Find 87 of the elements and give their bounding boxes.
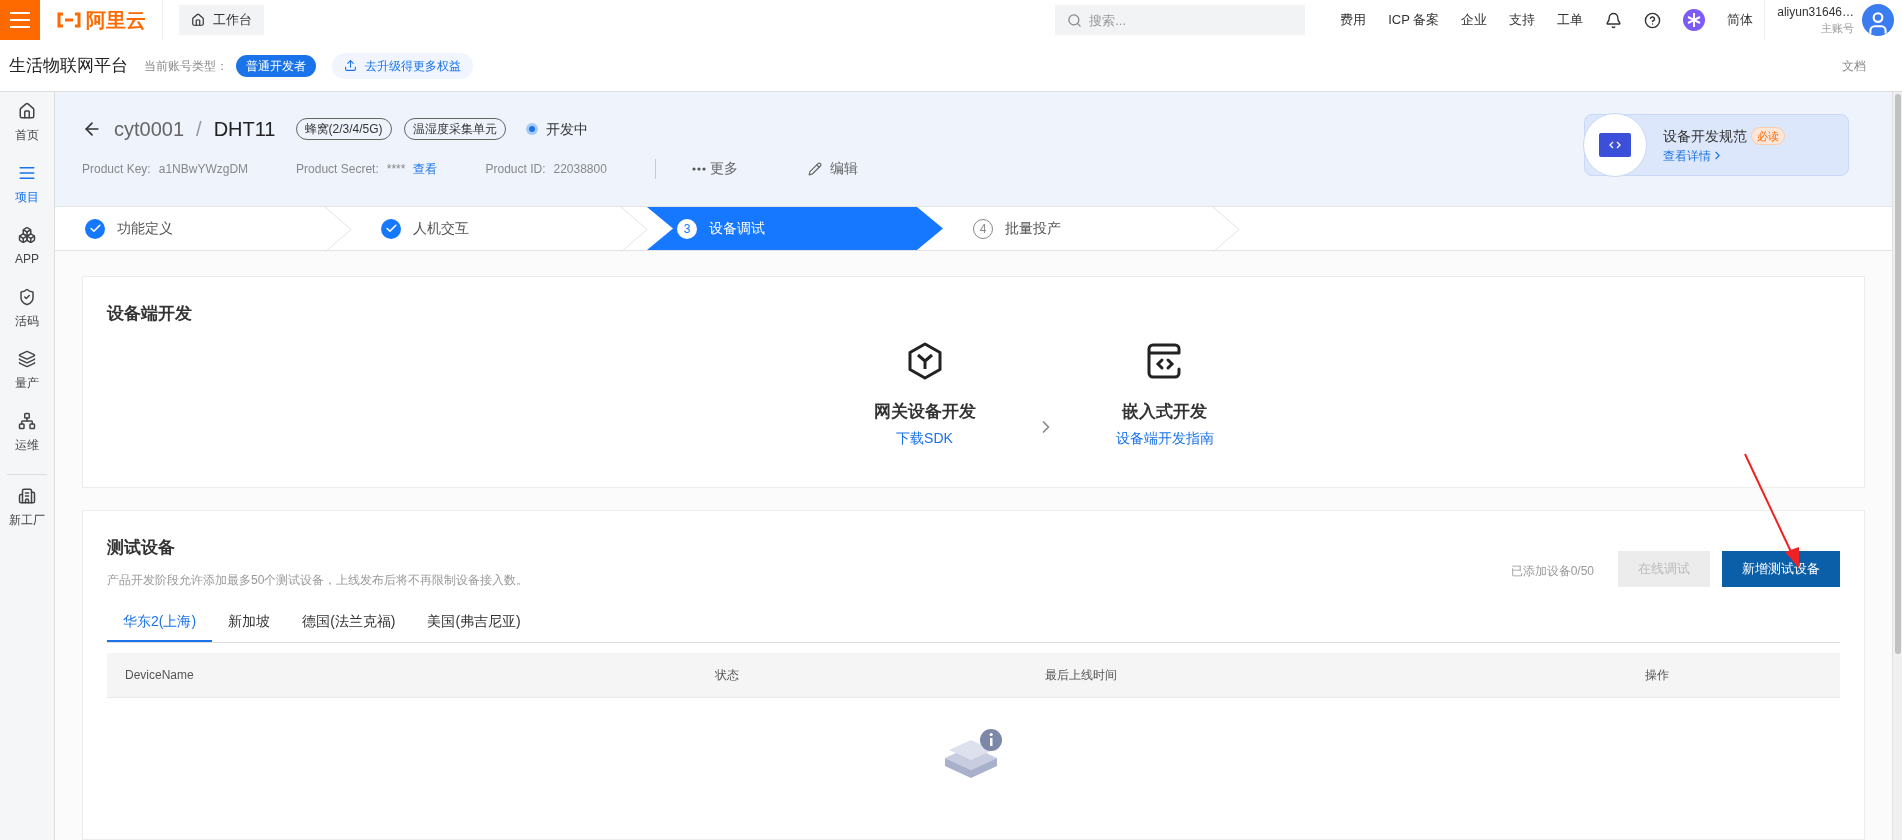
region-tab[interactable]: 德国(法兰克福) — [286, 610, 412, 642]
meta-label: Product ID: — [485, 160, 546, 178]
user-role: 主账号 — [1821, 21, 1854, 36]
section-title: 设备端开发 — [107, 303, 193, 325]
promo-link[interactable]: 查看详情 — [1663, 146, 1785, 165]
device-count: 已添加设备0/50 — [1510, 563, 1594, 580]
status-dot-icon — [525, 123, 538, 135]
promo-title: 设备开发规范 — [1663, 126, 1747, 146]
sidebar-icon — [18, 412, 36, 430]
top-link[interactable]: 企业 — [1461, 10, 1488, 30]
empty-data-drawing — [942, 727, 1005, 778]
sidebar-item[interactable]: 新工厂 — [9, 487, 45, 549]
region-tab[interactable]: 华东2(上海) — [107, 610, 213, 642]
upload-icon — [344, 59, 357, 72]
sidebar-item[interactable]: 项目 — [15, 164, 39, 226]
sidebar-icon — [18, 487, 36, 505]
add-device-button[interactable]: 新增测试设备 — [1722, 551, 1840, 587]
option-title: 网关设备开发 — [873, 400, 976, 423]
sidebar-icon — [18, 226, 36, 244]
step-label: 批量投产 — [1005, 219, 1061, 238]
sidebar-item[interactable]: 运维 — [15, 412, 39, 474]
menu-icon[interactable] — [0, 0, 40, 40]
project-name[interactable]: cyt0001 — [114, 114, 185, 144]
column-header: 最后上线时间 — [1045, 666, 1118, 684]
scrollbar-thumb[interactable] — [1894, 94, 1901, 654]
top-link[interactable]: 工单 — [1557, 10, 1584, 30]
promo-card[interactable]: 设备开发规范 必读 查看详情 — [1584, 114, 1849, 176]
step-tab[interactable]: 3 设备调试 — [647, 207, 943, 250]
check-icon — [381, 218, 401, 239]
must-read-badge: 必读 — [1751, 126, 1785, 146]
monitor-icon — [1583, 113, 1647, 177]
separator: / — [196, 117, 202, 142]
meta-label: Product Secret: — [296, 160, 379, 178]
avatar-icon[interactable] — [1862, 4, 1894, 36]
top-link[interactable]: ICP 备案 — [1388, 10, 1440, 30]
product-name: DHT11 — [213, 117, 276, 142]
sidebar-item[interactable]: APP — [15, 226, 39, 288]
logo-text: 阿里云 — [86, 8, 146, 33]
notification-icon[interactable] — [1605, 11, 1623, 29]
status-text: 开发中 — [545, 119, 588, 139]
sidebar-icon — [18, 102, 36, 120]
meta-value: a1NBwYWzgDM — [158, 160, 249, 178]
meta-value: 22038800 — [553, 160, 607, 178]
sidebar-item[interactable]: 活码 — [15, 288, 39, 350]
account-badge: 普通开发者 — [236, 54, 316, 77]
language-link[interactable]: 简体 — [1727, 10, 1754, 30]
sidebar-icon — [18, 350, 36, 368]
home-icon — [191, 13, 205, 27]
region-tab[interactable]: 美国(弗吉尼亚) — [411, 610, 537, 642]
step-label: 人机交互 — [413, 219, 469, 238]
check-icon — [85, 218, 105, 239]
region-tab[interactable]: 新加坡 — [212, 610, 287, 642]
edit-icon — [807, 161, 822, 176]
docs-link[interactable]: 文档 — [1842, 56, 1866, 75]
edit-button[interactable]: 编辑 — [807, 158, 858, 179]
sidebar-item[interactable]: 首页 — [15, 102, 39, 164]
column-header: DeviceName — [125, 666, 195, 684]
top-link[interactable]: 支持 — [1509, 10, 1536, 30]
step-label: 功能定义 — [117, 219, 173, 238]
more-icon — [691, 166, 706, 171]
section-title: 测试设备 — [107, 537, 176, 559]
user-name: aliyun31646… — [1777, 4, 1854, 20]
top-link[interactable]: 费用 — [1340, 10, 1367, 30]
meta-value: **** — [386, 160, 406, 178]
column-header: 操作 — [1645, 666, 1670, 684]
help-icon[interactable] — [1644, 11, 1662, 29]
sidebar-icon — [18, 288, 36, 306]
option-title: 嵌入式开发 — [1122, 400, 1207, 423]
step-number: 3 — [677, 218, 697, 239]
option-link[interactable]: 下载SDK — [896, 428, 953, 449]
step-label: 设备调试 — [709, 219, 765, 238]
meta-label: Product Key: — [82, 160, 151, 178]
sidebar-item[interactable]: 量产 — [15, 350, 39, 412]
section-description: 产品开发阶段允许添加最多50个测试设备，上线发布后将不再限制设备接入数。 — [107, 571, 530, 589]
more-button[interactable]: 更多 — [691, 158, 738, 179]
account-label: 当前账号类型： — [144, 57, 228, 75]
search-icon — [1067, 13, 1083, 28]
column-header: 状态 — [715, 666, 740, 684]
search-field[interactable]: 搜索... — [1055, 5, 1306, 35]
view-link[interactable]: 查看 — [413, 159, 438, 178]
upgrade-link[interactable]: 去升级得更多权益 — [332, 52, 473, 79]
sidebar-icon — [18, 164, 36, 182]
workbench-button[interactable]: 工作台 — [179, 5, 264, 35]
option-link[interactable]: 设备端开发指南 — [1115, 428, 1214, 449]
platform-title: 生活物联网平台 — [9, 54, 128, 77]
logo-icon — [56, 12, 82, 28]
assistant-icon[interactable] — [1683, 9, 1706, 31]
